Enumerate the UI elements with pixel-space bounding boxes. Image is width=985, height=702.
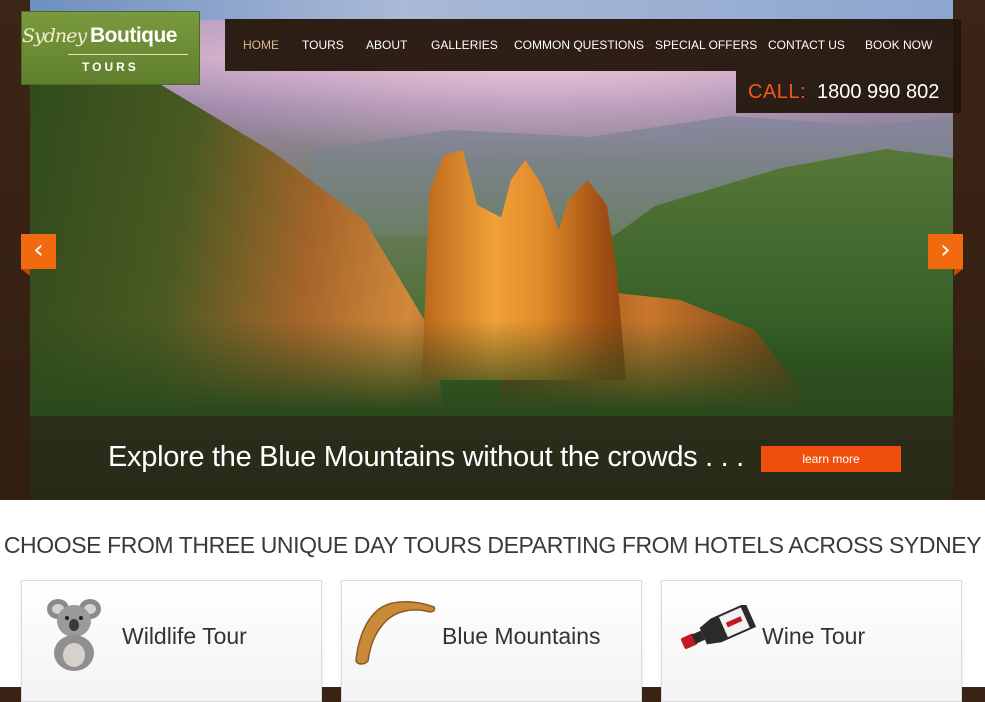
call-box: CALL: 1800 990 802 (736, 71, 961, 113)
section-headline: CHOOSE FROM THREE UNIQUE DAY TOURS DEPAR… (3, 532, 982, 558)
chevron-left-icon: ‹ (33, 235, 44, 265)
tour-card-title: Wine Tour (762, 623, 866, 649)
tour-card-wildlife[interactable]: Wildlife Tour (21, 580, 322, 702)
nav-item-galleries[interactable]: GALLERIES (431, 19, 498, 71)
call-label: CALL: (748, 81, 807, 103)
learn-more-button[interactable]: learn more (761, 446, 901, 472)
tour-card-title: Wildlife Tour (122, 623, 247, 649)
tour-card-title: Blue Mountains (442, 623, 601, 649)
phone-number[interactable]: 1800 990 802 (817, 81, 939, 104)
logo-tours-text: TOURS (82, 60, 139, 74)
chevron-right-icon: › (940, 235, 951, 265)
koala-icon (47, 599, 101, 671)
site-logo[interactable]: Sydney Boutique TOURS (21, 11, 200, 85)
hero-caption: Explore the Blue Mountains without the c… (108, 441, 744, 473)
nav-item-tours[interactable]: TOURS (302, 19, 344, 71)
logo-divider (68, 54, 188, 55)
wine-bottle-icon (680, 605, 757, 649)
logo-name-text: Boutique (90, 24, 177, 47)
nav-item-special-offers[interactable]: SPECIAL OFFERS (655, 19, 757, 71)
boomerang-icon (355, 601, 436, 665)
slider-next-button[interactable]: › (928, 234, 963, 276)
slider-prev-button[interactable]: ‹ (21, 234, 56, 276)
tour-card-blue-mountains[interactable]: Blue Mountains (341, 580, 642, 702)
logo-script-text: Sydney (22, 25, 87, 47)
nav-item-contact-us[interactable]: CONTACT US (768, 19, 845, 71)
tour-card-wine[interactable]: Wine Tour (661, 580, 962, 702)
tours-section: CHOOSE FROM THREE UNIQUE DAY TOURS DEPAR… (0, 500, 985, 702)
nav-item-home[interactable]: HOME (243, 19, 279, 71)
nav-item-book-now[interactable]: BOOK NOW (865, 19, 932, 71)
nav-item-common-questions[interactable]: COMMON QUESTIONS (514, 19, 644, 71)
main-nav: HOME TOURS ABOUT GALLERIES COMMON QUESTI… (225, 19, 961, 71)
nav-item-about[interactable]: ABOUT (366, 19, 407, 71)
